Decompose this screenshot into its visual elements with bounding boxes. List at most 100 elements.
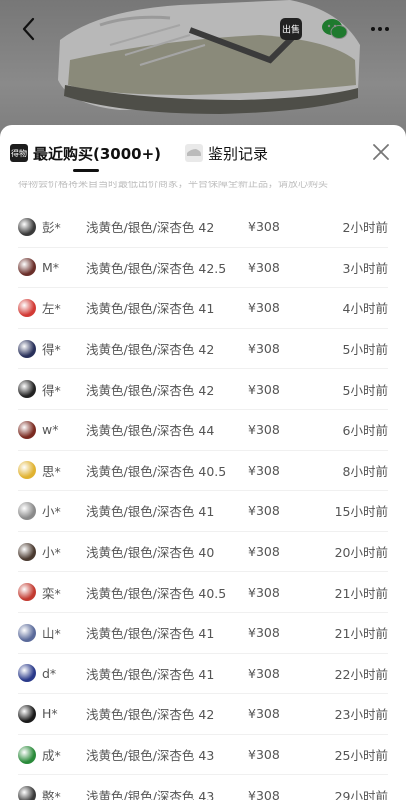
user-avatar <box>18 420 36 439</box>
purchase-time: 25小时前 <box>334 748 388 764</box>
size-variant: 浅黄色/银色/深杏色 42 <box>86 382 215 398</box>
price: ¥308 <box>248 787 280 800</box>
purchase-row: 憨* 浅黄色/银色/深杏色 43 ¥308 29小时前 <box>18 775 388 800</box>
product-purchase-screen: 出售 得物 最近购买(3000+) 鉴别记录 得物会价格将来自当时最低出价商家，… <box>0 0 406 800</box>
purchase-row: w* 浅黄色/银色/深杏色 44 ¥308 6小时前 <box>18 410 388 451</box>
purchase-row: 得* 浅黄色/银色/深杏色 42 ¥308 5小时前 <box>18 329 388 370</box>
purchase-time: 20小时前 <box>334 545 388 561</box>
purchase-row: 彭* 浅黄色/银色/深杏色 42 ¥308 2小时前 <box>18 207 388 248</box>
purchase-row: 栾* 浅黄色/银色/深杏色 40.5 ¥308 21小时前 <box>18 572 388 613</box>
du-logo-icon: 得物 <box>10 144 28 162</box>
tab-recent-purchases[interactable]: 得物 最近购买(3000+) <box>10 125 161 181</box>
size-variant: 浅黄色/银色/深杏色 40.5 <box>86 585 227 601</box>
buyer-name: 憨* <box>42 788 61 800</box>
buyer-name: 小* <box>42 504 61 520</box>
more-icon <box>371 27 389 31</box>
buyer-name: 得* <box>42 382 61 398</box>
svg-text:出售: 出售 <box>282 24 300 36</box>
price: ¥308 <box>248 747 280 763</box>
user-avatar <box>18 583 36 602</box>
buyer-name: M* <box>42 259 60 275</box>
size-variant: 浅黄色/银色/深杏色 41 <box>86 626 215 642</box>
tab-authentication-records[interactable]: 鉴别记录 <box>185 125 268 181</box>
purchase-row: 思* 浅黄色/银色/深杏色 40.5 ¥308 8小时前 <box>18 451 388 492</box>
user-avatar <box>18 745 36 764</box>
purchase-time: 6小时前 <box>342 423 388 439</box>
size-variant: 浅黄色/银色/深杏色 42 <box>86 342 215 358</box>
buyer-name: 得* <box>42 342 61 358</box>
price: ¥308 <box>248 341 280 357</box>
shoe-thumb-icon <box>185 144 204 162</box>
chevron-left-icon <box>22 17 35 41</box>
purchase-row: M* 浅黄色/银色/深杏色 42.5 ¥308 3小时前 <box>18 248 388 289</box>
price: ¥308 <box>248 300 280 316</box>
purchase-time: 15小时前 <box>334 504 388 520</box>
user-avatar <box>18 217 36 236</box>
purchase-time: 5小时前 <box>342 342 388 358</box>
user-avatar <box>18 623 36 642</box>
back-button[interactable] <box>14 14 42 44</box>
user-avatar <box>18 461 36 480</box>
user-avatar <box>18 380 36 399</box>
price: ¥308 <box>248 422 280 438</box>
user-avatar <box>18 501 36 520</box>
size-variant: 浅黄色/银色/深杏色 41 <box>86 301 215 317</box>
size-variant: 浅黄色/银色/深杏色 42 <box>86 220 215 236</box>
purchase-time: 5小时前 <box>342 382 388 398</box>
purchase-time: 3小时前 <box>342 260 388 276</box>
recent-purchases-sheet: 得物 最近购买(3000+) 鉴别记录 得物会价格将来自当时最低出价商家，平台保… <box>0 125 406 800</box>
price: ¥308 <box>248 462 280 478</box>
price: ¥308 <box>248 625 280 641</box>
purchase-row: H* 浅黄色/银色/深杏色 42 ¥308 23小时前 <box>18 694 388 735</box>
size-variant: 浅黄色/银色/深杏色 41 <box>86 504 215 520</box>
purchase-time: 21小时前 <box>334 585 388 601</box>
user-avatar <box>18 298 36 317</box>
size-variant: 浅黄色/银色/深杏色 40 <box>86 545 215 561</box>
buyer-name: 小* <box>42 545 61 561</box>
buyer-name: 左* <box>42 301 61 317</box>
buyer-name: H* <box>42 706 58 722</box>
buyer-name: 成* <box>42 748 61 764</box>
user-avatar <box>18 258 36 277</box>
close-button[interactable] <box>370 141 392 163</box>
size-variant: 浅黄色/银色/深杏色 42 <box>86 707 215 723</box>
close-icon <box>373 144 389 160</box>
buyer-name: 山* <box>42 626 61 642</box>
user-avatar <box>18 786 36 800</box>
price: ¥308 <box>248 665 280 681</box>
size-variant: 浅黄色/银色/深杏色 44 <box>86 423 215 439</box>
price-notice: 得物会价格将来自当时最低出价商家，平台保障全新正品，请放心购买 <box>18 181 328 190</box>
more-button[interactable] <box>366 14 394 44</box>
purchase-time: 23小时前 <box>334 707 388 723</box>
tab-label: 鉴别记录 <box>208 144 269 163</box>
purchase-time: 29小时前 <box>334 788 388 800</box>
buyer-name: d* <box>42 665 57 681</box>
purchase-row: d* 浅黄色/银色/深杏色 41 ¥308 22小时前 <box>18 654 388 695</box>
purchase-time: 2小时前 <box>342 220 388 236</box>
purchase-time: 8小时前 <box>342 463 388 479</box>
purchase-time: 4小时前 <box>342 301 388 317</box>
du-app-icon: 出售 <box>280 18 302 40</box>
product-image: 出售 <box>0 0 406 140</box>
price: ¥308 <box>248 706 280 722</box>
purchase-list: 彭* 浅黄色/银色/深杏色 42 ¥308 2小时前 M* 浅黄色/银色/深杏色 42.5… <box>0 207 406 800</box>
price: ¥308 <box>248 503 280 519</box>
tab-label: 最近购买(3000+) <box>33 144 162 163</box>
purchase-row: 山* 浅黄色/银色/深杏色 41 ¥308 21小时前 <box>18 613 388 654</box>
wechat-icon <box>322 19 348 39</box>
purchase-row: 成* 浅黄色/银色/深杏色 43 ¥308 25小时前 <box>18 735 388 776</box>
price: ¥308 <box>248 219 280 235</box>
size-variant: 浅黄色/银色/深杏色 42.5 <box>86 260 227 276</box>
du-app-button[interactable]: 出售 <box>278 14 304 44</box>
user-avatar <box>18 664 36 683</box>
price: ¥308 <box>248 381 280 397</box>
price: ¥308 <box>248 259 280 275</box>
buyer-name: w* <box>42 422 59 438</box>
size-variant: 浅黄色/银色/深杏色 43 <box>86 748 215 764</box>
size-variant: 浅黄色/银色/深杏色 41 <box>86 666 215 682</box>
purchase-row: 左* 浅黄色/银色/深杏色 41 ¥308 4小时前 <box>18 288 388 329</box>
wechat-share-button[interactable] <box>320 14 350 44</box>
purchase-time: 21小时前 <box>334 626 388 642</box>
tab-bar: 得物 最近购买(3000+) 鉴别记录 <box>0 125 406 181</box>
price: ¥308 <box>248 584 280 600</box>
